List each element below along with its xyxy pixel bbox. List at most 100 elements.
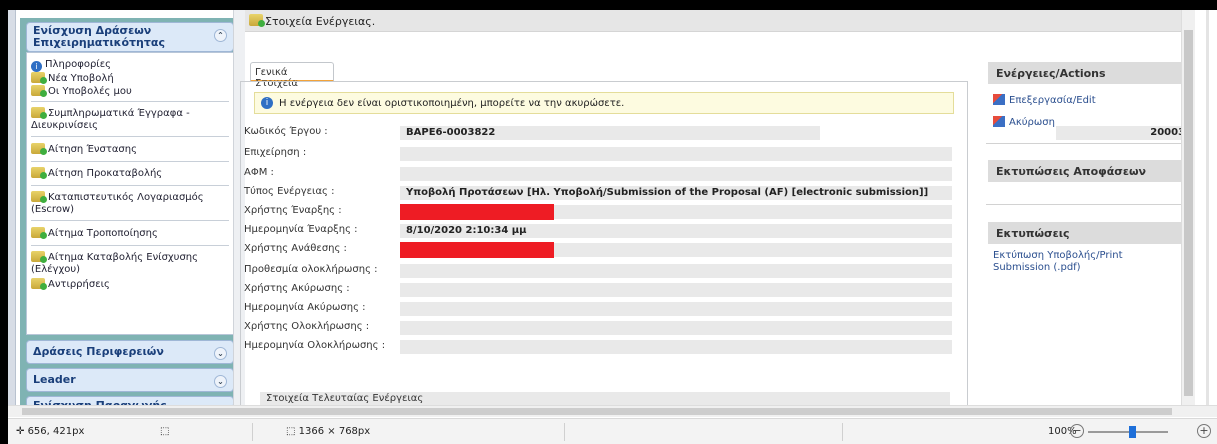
row-assign-user: Χρήστης Ανάθεσης : <box>244 242 964 258</box>
accordion-header-leader[interactable]: Leader ⌄ <box>26 368 234 392</box>
sidebar-item-modification[interactable]: Αίτημα Τροποποίησης <box>31 227 231 240</box>
divider <box>31 101 229 102</box>
page-title-bar: Στοιχεία Ενέργειας. <box>245 10 1182 32</box>
outer-scrollbar[interactable] <box>1195 10 1217 405</box>
divider <box>564 423 565 441</box>
last-action-header: Στοιχεία Τελευταίας Ενέργειας <box>260 392 950 406</box>
zoom-slider[interactable] <box>1088 426 1168 438</box>
divider <box>252 423 253 441</box>
image-size-readout: 1366 × 768px <box>298 426 371 437</box>
sidebar-item-advance[interactable]: Αίτηση Προκαταβολής <box>31 167 231 180</box>
sidebar-item-label: Καταπιστευτικός Λογαριασμός (Escrow) <box>31 192 204 215</box>
redaction-box <box>400 204 554 220</box>
divider <box>986 204 1184 205</box>
status-bar: ✛ 656, 421px ⬚ ⬚ 1366 × 768px 100% − + <box>8 418 1217 444</box>
field-label: Επιχείρηση : <box>244 147 307 158</box>
selection-icon: ⬚ <box>160 426 170 437</box>
zoom-slider-knob[interactable] <box>1129 426 1136 438</box>
accordion-header-regions[interactable]: Δράσεις Περιφερειών ⌄ <box>26 340 234 364</box>
sidebar-item-new-submission[interactable]: Νέα Υποβολή <box>31 72 231 85</box>
sidebar-item-info[interactable]: i Πληροφορίες <box>31 59 231 72</box>
left-gutter <box>8 10 16 405</box>
folder-icon <box>31 191 47 203</box>
edit-link[interactable]: Επεξεργασία/Edit <box>993 94 1096 107</box>
sidebar-item-payment-request[interactable]: Αίτημα Καταβολής Ενίσχυσης (Ελέγχου) <box>31 251 231 276</box>
sidebar-item-objection[interactable]: Αίτηση Ένστασης <box>31 143 231 156</box>
prints-header: Εκτυπώσεις <box>988 222 1183 244</box>
sidebar-item-label: Οι Υποβολές μου <box>48 86 132 97</box>
browser-window: Ενίσχυση Δράσεων Επιχειρηματικότητας ⌃ i… <box>8 10 1217 444</box>
divider <box>31 185 229 186</box>
cursor-readout: 656, 421px <box>27 426 85 437</box>
sidebar-item-label: Πληροφορίες <box>45 59 111 70</box>
row-complete-date: Ημερομηνία Ολοκλήρωσης : <box>244 340 964 354</box>
scrollbar-thumb[interactable] <box>1184 30 1193 396</box>
zoom-out-icon[interactable]: − <box>1070 424 1084 438</box>
field-label: Ημερομηνία Ολοκλήρωσης : <box>244 340 386 351</box>
accordion-title: Leader <box>33 373 76 386</box>
divider <box>31 220 229 221</box>
page-title: Στοιχεία Ενέργειας. <box>265 15 376 28</box>
vertical-scrollbar[interactable] <box>1181 10 1195 405</box>
field-label: Προθεσμία ολοκλήρωσης : <box>244 264 378 275</box>
folder-icon <box>31 85 47 97</box>
print-submission-link[interactable]: Εκτύπωση Υποβολής/Print Submission (.pdf… <box>993 250 1173 274</box>
divider <box>31 136 229 137</box>
project-number-value: 200039 <box>1056 126 1196 140</box>
field-label: Ημερομηνία Ακύρωσης : <box>244 302 366 313</box>
cancel-link[interactable]: Ακύρωση <box>993 116 1055 129</box>
folder-icon <box>31 143 47 155</box>
start-date-value: 8/10/2020 2:10:34 μμ <box>400 224 952 238</box>
sidebar-item-objections[interactable]: Αντιρρήσεις <box>31 278 231 291</box>
sidebar-item-label: Αίτηση Προκαταβολής <box>48 168 163 179</box>
zoom-in-icon[interactable]: + <box>1197 424 1211 438</box>
divider <box>842 423 843 441</box>
edit-icon <box>993 94 1005 105</box>
sidebar-item-label: Αίτημα Καταβολής Ενίσχυσης (Ελέγχου) <box>31 252 199 275</box>
folder-icon <box>31 72 47 84</box>
sidebar-item-escrow[interactable]: Καταπιστευτικός Λογαριασμός (Escrow) <box>31 191 231 216</box>
sidebar-item-supplementary-docs[interactable]: Συμπληρωματικά Έγγραφα - Διευκρινίσεις <box>31 107 231 132</box>
accordion-header-entrepreneurship[interactable]: Ενίσχυση Δράσεων Επιχειρηματικότητας ⌃ <box>26 22 234 52</box>
divider <box>31 245 229 246</box>
accordion-panel: i Πληροφορίες Νέα Υποβολή Οι Υποβολές μου… <box>26 52 234 335</box>
field-label: Χρήστης Ολοκλήρωσης : <box>244 321 370 332</box>
info-icon: i <box>261 97 273 109</box>
row-project-code: Κωδικός Έργου : ΒΑΡΕ6-0003822 200039 <box>244 126 1196 140</box>
horizontal-scrollbar[interactable] <box>8 405 1217 417</box>
field-label: Χρήστης Ανάθεσης : <box>244 243 347 254</box>
accordion-title: Ενίσχυση Δράσεων Επιχειρηματικότητας <box>33 24 165 49</box>
field-label: ΑΦΜ : <box>244 167 274 178</box>
screen-frame: Ενίσχυση Δράσεων Επιχειρηματικότητας ⌃ i… <box>0 0 1217 444</box>
sidebar: Ενίσχυση Δράσεων Επιχειρηματικότητας ⌃ i… <box>20 18 240 408</box>
scrollbar-thumb[interactable] <box>22 408 1172 415</box>
cancel-icon <box>993 116 1005 127</box>
folder-icon <box>31 278 47 290</box>
row-cancel-user: Χρήστης Ακύρωσης : <box>244 283 964 297</box>
action-type-value: Υποβολή Προτάσεων [Ηλ. Υποβολή/Submissio… <box>400 186 952 200</box>
accordion-title: Δράσεις Περιφερειών <box>33 345 164 358</box>
notice-text: Η ενέργεια δεν είναι οριστικοποιημένη, μ… <box>279 98 625 109</box>
cancel-date-value <box>400 302 952 316</box>
tab-general[interactable]: Γενικά Στοιχεία <box>250 62 334 89</box>
notice-banner: i Η ενέργεια δεν είναι οριστικοποιημένη,… <box>254 92 954 114</box>
link-label: Επεξεργασία/Edit <box>1009 95 1096 106</box>
folder-icon <box>31 227 47 239</box>
collapse-icon[interactable]: ⌃ <box>214 29 227 42</box>
row-deadline: Προθεσμία ολοκλήρωσης : <box>244 264 964 278</box>
expand-icon[interactable]: ⌄ <box>214 347 227 360</box>
field-label: Χρήστης Έναρξης : <box>244 205 342 216</box>
row-complete-user: Χρήστης Ολοκλήρωσης : <box>244 321 964 335</box>
complete-date-value <box>400 340 952 354</box>
divider <box>31 161 229 162</box>
field-label: Τύπος Ενέργειας : <box>244 186 335 197</box>
afm-value <box>400 167 952 181</box>
redaction-box <box>400 242 554 258</box>
complete-user-value <box>400 321 952 335</box>
divider <box>986 143 1184 144</box>
expand-icon[interactable]: ⌄ <box>214 375 227 388</box>
deadline-value <box>400 264 952 278</box>
sidebar-item-my-submissions[interactable]: Οι Υποβολές μου <box>31 85 231 98</box>
company-value <box>400 147 952 161</box>
row-action-type: Τύπος Ενέργειας : Υποβολή Προτάσεων [Ηλ.… <box>244 186 964 200</box>
